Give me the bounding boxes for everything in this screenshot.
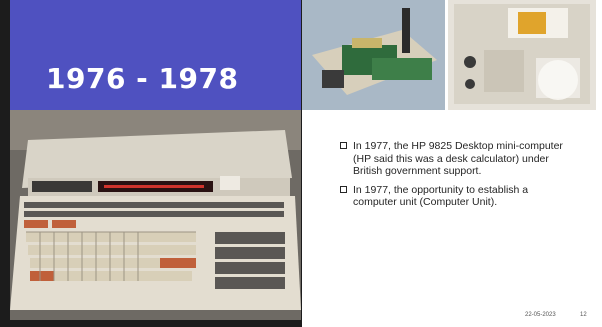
title-block: 1976 - 1978	[10, 0, 301, 110]
hp9825-photo	[10, 110, 301, 320]
bullet-item: In 1977, the opportunity to establish a …	[340, 184, 570, 209]
bullet-text: In 1977, the opportunity to establish a …	[353, 183, 529, 209]
checkbox-square-icon	[340, 185, 347, 193]
slide-title: 1976 - 1978	[46, 62, 239, 95]
slide: 1976 - 1978 In 1977, the HP 9825 Desktop…	[0, 0, 602, 327]
footer-date: 22-05-2023	[525, 312, 556, 318]
bullet-text: In 1977, the HP 9825 Desktop mini-comput…	[353, 140, 563, 177]
printer-unit-photo	[448, 0, 596, 110]
bullet-item: In 1977, the HP 9825 Desktop mini-comput…	[340, 140, 570, 178]
bullet-list: In 1977, the HP 9825 Desktop mini-comput…	[340, 140, 570, 215]
page-number: 12	[580, 312, 587, 318]
checkbox-square-icon	[340, 142, 347, 149]
computer-internals-photo	[302, 0, 445, 110]
